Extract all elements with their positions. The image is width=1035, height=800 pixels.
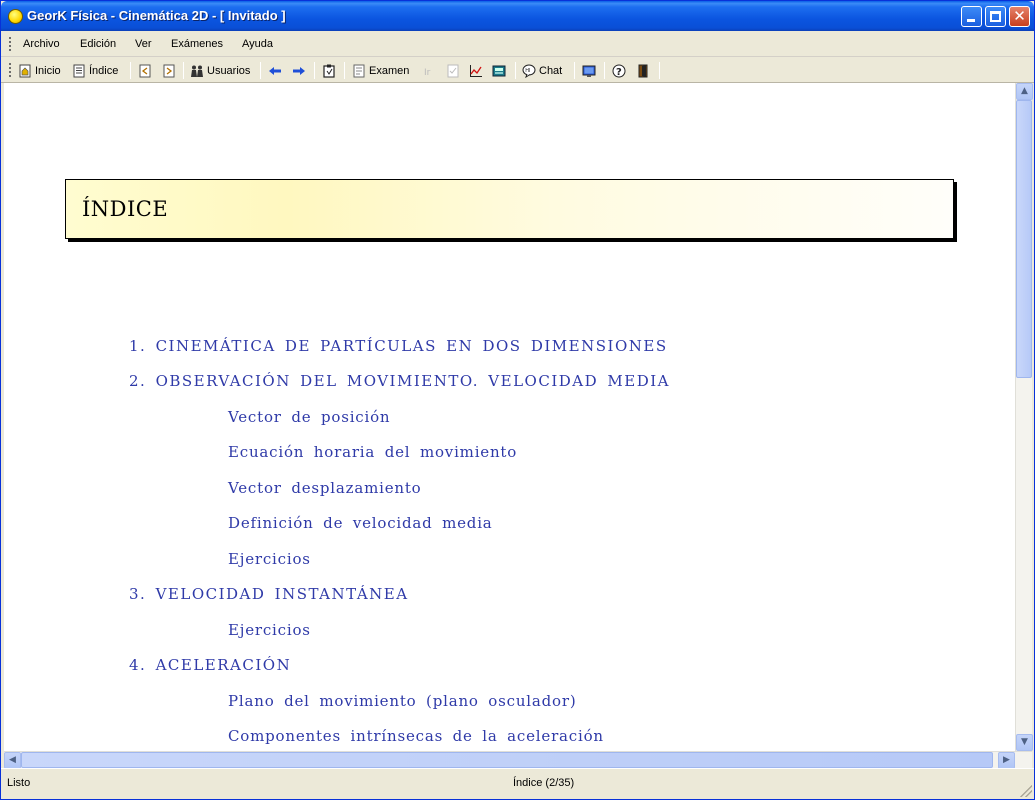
toc-item[interactable]: Componentes intrínsecas de la aceleració… (228, 727, 604, 745)
maximize-button[interactable] (985, 6, 1006, 27)
toolbar-separator (183, 62, 184, 79)
toc-item[interactable]: Ejercicios (228, 550, 311, 568)
exam-sheet-icon (352, 64, 366, 78)
line-chart-icon (469, 64, 483, 78)
inicio-label: Inicio (35, 64, 61, 77)
toolbar-separator (515, 62, 516, 79)
svg-text:HI: HI (525, 68, 530, 74)
toolbar-separator (260, 62, 261, 79)
indice-button[interactable]: Índice (72, 61, 118, 80)
chat-bubble-icon: HI (522, 64, 536, 78)
toc-item[interactable]: Vector desplazamiento (228, 479, 422, 497)
maximize-icon (990, 11, 1001, 22)
toolbar-separator (659, 62, 660, 79)
page-title: ÍNDICE (82, 197, 169, 221)
page-back-icon (138, 64, 152, 78)
menu-examenes[interactable]: Exámenes (171, 38, 223, 50)
toc-item[interactable]: Definición de velocidad media (228, 514, 493, 532)
scroll-right-icon[interactable]: ▶ (998, 752, 1015, 769)
disabled-tool-button[interactable]: Ir (422, 61, 436, 80)
grade-button[interactable] (446, 61, 460, 80)
indice-label: Índice (89, 64, 119, 77)
toolbar-separator (344, 62, 345, 79)
arrow-right-icon (292, 64, 306, 78)
scroll-up-icon[interactable]: ▲ (1016, 83, 1033, 100)
calculator-button[interactable] (492, 61, 506, 80)
status-text: Listo (7, 777, 31, 789)
toc-item[interactable]: 4. ACELERACIÓN (129, 656, 291, 674)
title-bar[interactable]: GeorK Física - Cinemática 2D - [ Invitad… (1, 1, 1034, 31)
home-icon (18, 64, 32, 78)
disabled-tool-icon: Ir (422, 64, 436, 78)
toc-item[interactable]: Ejercicios (228, 621, 311, 639)
page-indicator: Índice (2/35) (513, 777, 575, 789)
graph-button[interactable] (469, 61, 483, 80)
toc-item[interactable]: Plano del movimiento (plano osculador) (228, 692, 577, 710)
toolbar-grip[interactable] (9, 63, 11, 77)
scroll-left-icon[interactable]: ◀ (4, 752, 21, 769)
exit-button[interactable] (636, 61, 650, 80)
vertical-scroll-thumb[interactable] (1016, 100, 1032, 378)
svg-text:Ir: Ir (424, 68, 431, 78)
status-bar: Listo Índice (2/35) (1, 768, 1034, 799)
menu-ayuda[interactable]: Ayuda (242, 38, 273, 50)
app-window: GeorK Física - Cinemática 2D - [ Invitad… (0, 0, 1035, 800)
resize-grip-icon[interactable] (1020, 785, 1032, 797)
toolbar-separator (130, 62, 131, 79)
toolbar: Inicio Índice Usuarios Examen Ir HI Chat… (1, 58, 1034, 83)
horizontal-scroll-thumb[interactable] (21, 752, 993, 768)
menubar-grip[interactable] (9, 37, 11, 51)
monitor-icon (582, 64, 596, 78)
usuarios-button[interactable]: Usuarios (190, 61, 250, 80)
screen-button[interactable] (582, 61, 596, 80)
menu-bar: Archivo Edición Ver Exámenes Ayuda (1, 31, 1034, 57)
document-view[interactable]: ÍNDICE 1. CINEMÁTICA DE PARTÍCULAS EN DO… (4, 83, 1016, 751)
page-forward-icon (162, 64, 176, 78)
examen-button[interactable]: Examen (352, 61, 409, 80)
usuarios-label: Usuarios (207, 64, 251, 77)
inicio-button[interactable]: Inicio (18, 61, 61, 80)
arrow-left-icon (268, 64, 282, 78)
calculator-icon (492, 64, 506, 78)
close-icon: ✕ (1013, 7, 1026, 25)
menu-edicion[interactable]: Edición (80, 38, 116, 50)
examen-label: Examen (369, 64, 410, 77)
toolbar-separator (314, 62, 315, 79)
checklist-icon (446, 64, 460, 78)
minimize-button[interactable] (961, 6, 982, 27)
exit-door-icon (636, 64, 650, 78)
toc-item[interactable]: 2. OBSERVACIÓN DEL MOVIMIENTO. VELOCIDAD… (129, 372, 670, 390)
scroll-down-icon[interactable]: ▼ (1016, 734, 1033, 751)
toolbar-separator (574, 62, 575, 79)
toc-item[interactable]: 3. VELOCIDAD INSTANTÁNEA (129, 585, 409, 603)
forward-button[interactable] (292, 61, 306, 80)
horizontal-scrollbar[interactable]: ◀ ▶ (4, 751, 1032, 769)
clipboard-icon (322, 64, 336, 78)
toc-item[interactable]: Vector de posición (228, 408, 390, 426)
minimize-icon (967, 19, 975, 22)
help-button[interactable]: ? (612, 61, 626, 80)
toc-item[interactable]: Ecuación horaria del movimiento (228, 443, 517, 461)
menu-archivo[interactable]: Archivo (23, 38, 60, 50)
previous-page-button[interactable] (138, 61, 152, 80)
close-button[interactable]: ✕ (1009, 6, 1030, 27)
svg-text:?: ? (616, 67, 622, 78)
next-page-button[interactable] (162, 61, 176, 80)
page-header-box: ÍNDICE (65, 179, 954, 239)
help-question-icon: ? (612, 64, 626, 78)
chat-button[interactable]: HI Chat (522, 61, 562, 80)
users-icon (190, 64, 204, 78)
clipboard-button[interactable] (322, 61, 336, 80)
window-title: GeorK Física - Cinemática 2D - [ Invitad… (27, 8, 286, 23)
toolbar-separator (604, 62, 605, 79)
vertical-scrollbar[interactable]: ▲ ▼ (1015, 83, 1033, 751)
smiley-app-icon[interactable] (8, 9, 23, 24)
document-icon (72, 64, 86, 78)
toc-item[interactable]: 1. CINEMÁTICA DE PARTÍCULAS EN DOS DIMEN… (129, 337, 668, 355)
back-button[interactable] (268, 61, 282, 80)
chat-label: Chat (539, 64, 563, 77)
menu-ver[interactable]: Ver (135, 38, 152, 50)
